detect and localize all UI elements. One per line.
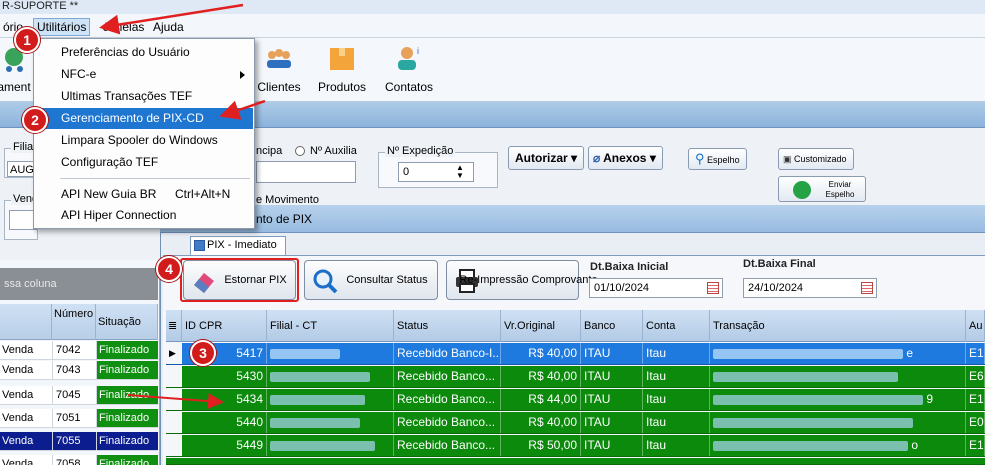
step-marker-1: 1 [14, 27, 40, 53]
step-marker-3: 3 [190, 340, 216, 366]
step-marker-4: 4 [156, 256, 182, 282]
step-marker-2: 2 [22, 107, 48, 133]
annotation-arrows [99, 3, 266, 410]
